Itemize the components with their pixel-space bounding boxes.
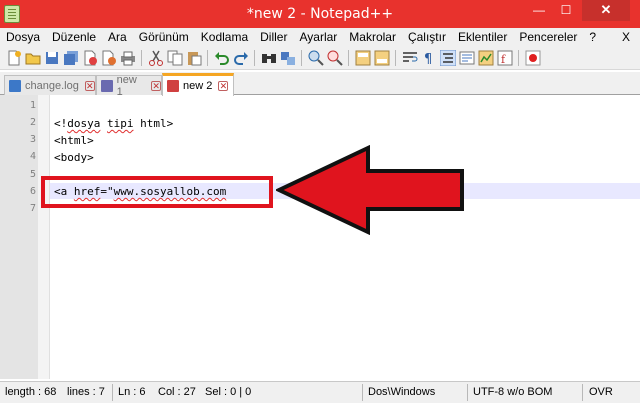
fold-margin[interactable] <box>38 95 50 379</box>
status-selection: Sel : 0 | 0 <box>205 386 252 398</box>
line-number: 3 <box>29 134 36 145</box>
status-length: length : 68 <box>5 386 57 398</box>
annotation-arrow-icon <box>276 145 464 235</box>
sync-horizontal-icon[interactable] <box>374 50 390 66</box>
redo-icon[interactable] <box>233 50 249 66</box>
tab-close-icon[interactable]: ✕ <box>84 80 95 91</box>
doc-map-icon[interactable] <box>478 50 494 66</box>
print-icon[interactable] <box>120 50 136 66</box>
line-number: 6 <box>29 186 36 197</box>
close-document-button[interactable]: X <box>622 28 630 46</box>
tab-new-1[interactable]: new 1 ✕ <box>96 73 162 98</box>
line-number: 2 <box>29 117 36 128</box>
save-icon[interactable] <box>44 50 60 66</box>
sync-vertical-icon[interactable] <box>355 50 371 66</box>
menu-ara[interactable]: Ara <box>102 28 133 46</box>
open-file-icon[interactable] <box>25 50 41 66</box>
close-all-icon[interactable] <box>101 50 117 66</box>
paste-icon[interactable] <box>186 50 202 66</box>
close-file-icon[interactable] <box>82 50 98 66</box>
line-number: 1 <box>29 100 36 111</box>
line-number: 4 <box>29 151 36 162</box>
status-insert-mode[interactable]: OVR <box>589 386 613 398</box>
menu-dosya[interactable]: Dosya <box>0 28 46 46</box>
function-list-icon[interactable]: f <box>497 50 513 66</box>
menu-ayarlar[interactable]: Ayarlar <box>293 28 343 46</box>
status-lines: lines : 7 <box>67 386 105 398</box>
minimize-button[interactable]: — <box>526 0 552 21</box>
code-line-3[interactable]: <html> <box>54 134 94 147</box>
editor-area[interactable]: 1 2 3 4 5 6 7 <!dosya tipi html> <html> … <box>0 95 640 379</box>
menu-eklentiler[interactable]: Eklentiler <box>452 28 513 46</box>
tab-change-log[interactable]: change.log ✕ <box>4 75 96 95</box>
language-icon[interactable] <box>459 50 475 66</box>
tab-label: new 1 <box>116 73 137 98</box>
zoom-out-icon[interactable] <box>327 50 343 66</box>
new-file-icon[interactable] <box>6 50 22 66</box>
show-symbols-icon[interactable]: ¶ <box>421 50 437 66</box>
status-column: Col : 27 <box>158 386 196 398</box>
maximize-button[interactable]: ☐ <box>553 0 579 21</box>
saved-file-icon <box>9 79 21 92</box>
menu-calistir[interactable]: Çalıştır <box>402 28 452 46</box>
svg-text:¶: ¶ <box>424 52 432 66</box>
menu-makrolar[interactable]: Makrolar <box>343 28 402 46</box>
tab-close-icon[interactable]: ✕ <box>151 80 161 91</box>
unsaved-file-icon <box>167 80 179 92</box>
undo-icon[interactable] <box>214 50 230 66</box>
saved-file-icon <box>101 79 113 92</box>
status-line: Ln : 6 <box>118 386 146 398</box>
find-icon[interactable] <box>261 50 277 66</box>
menu-kodlama[interactable]: Kodlama <box>195 28 254 46</box>
zoom-in-icon[interactable] <box>308 50 324 66</box>
menu-duzenle[interactable]: Düzenle <box>46 28 102 46</box>
line-number: 7 <box>29 203 36 214</box>
menu-help[interactable]: ? <box>583 28 602 46</box>
replace-icon[interactable] <box>280 50 296 66</box>
tab-label: change.log <box>25 79 79 92</box>
status-encoding: UTF-8 w/o BOM <box>473 386 553 398</box>
status-bar: length : 68 lines : 7 Ln : 6 Col : 27 Se… <box>0 381 640 403</box>
indent-guide-icon[interactable] <box>440 50 456 66</box>
copy-icon[interactable] <box>167 50 183 66</box>
tab-bar: change.log ✕ new 1 ✕ new 2 ✕ <box>0 72 640 98</box>
tab-new-2[interactable]: new 2 ✕ <box>162 73 234 96</box>
tab-label: new 2 <box>183 80 213 92</box>
menu-diller[interactable]: Diller <box>254 28 293 46</box>
toolbar: ¶ f <box>0 46 640 70</box>
record-macro-icon[interactable] <box>525 50 541 66</box>
menu-bar: Dosya Düzenle Ara Görünüm Kodlama Diller… <box>0 28 640 46</box>
code-line-4[interactable]: <body> <box>54 151 94 164</box>
status-eol: Dos\Windows <box>368 386 436 398</box>
menu-pencereler[interactable]: Pencereler <box>513 28 583 46</box>
title-bar: *new 2 - Notepad++ — ☐ ✕ <box>0 0 640 28</box>
save-all-icon[interactable] <box>63 50 79 66</box>
tab-close-icon[interactable]: ✕ <box>218 81 229 91</box>
line-number: 5 <box>29 169 36 180</box>
word-wrap-icon[interactable] <box>402 50 418 66</box>
annotation-highlight-box <box>41 176 273 208</box>
code-line-2[interactable]: <!dosya tipi html> <box>54 117 173 130</box>
close-button[interactable]: ✕ <box>582 0 630 21</box>
cut-icon[interactable] <box>148 50 164 66</box>
menu-gorunum[interactable]: Görünüm <box>133 28 195 46</box>
